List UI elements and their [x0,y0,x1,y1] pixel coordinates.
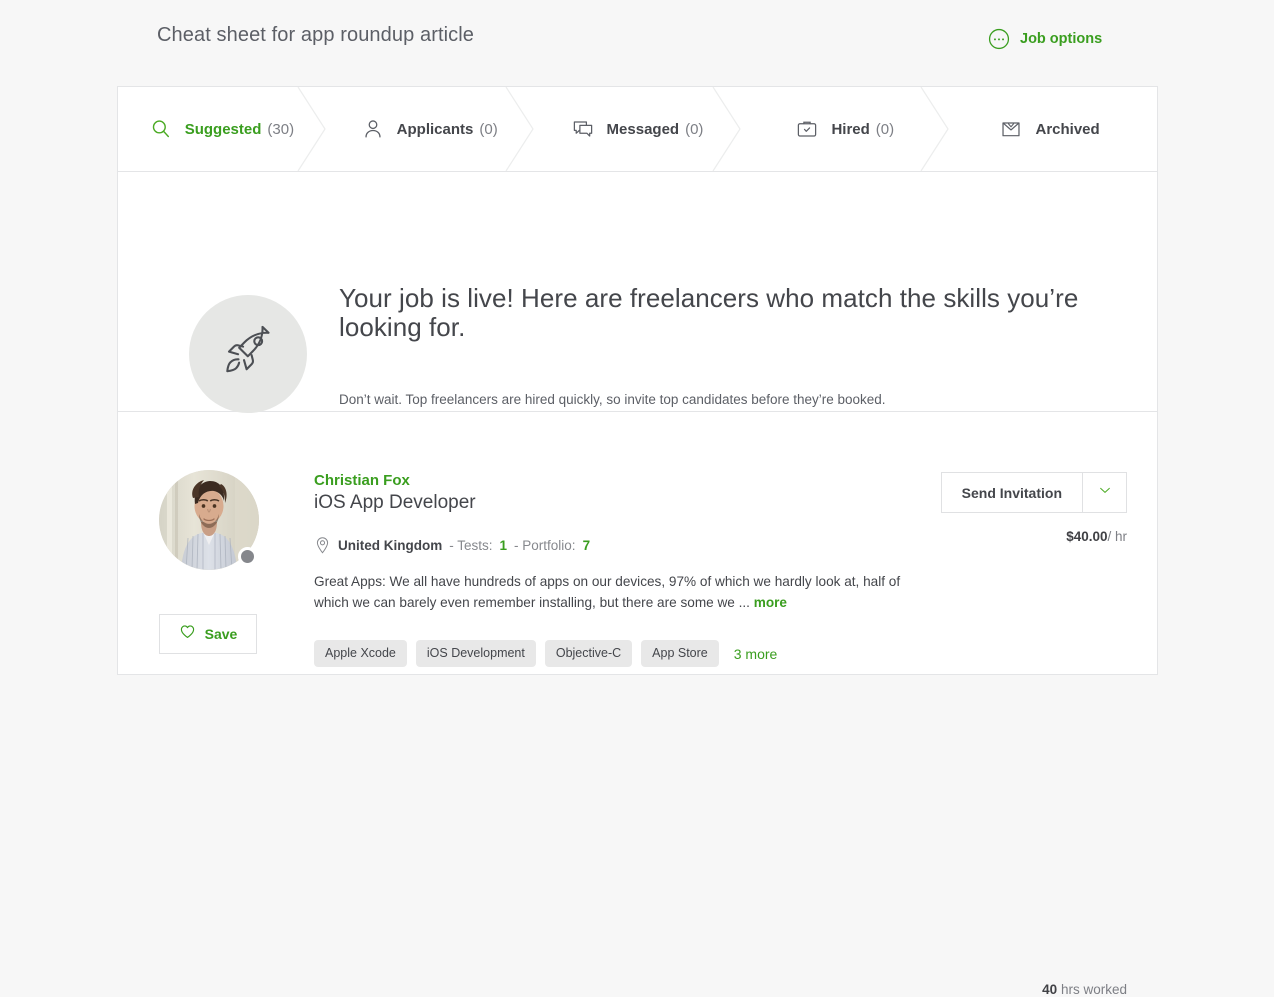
tab-archived[interactable]: Archived [949,87,1157,171]
skill-tag[interactable]: App Store [641,640,719,667]
portfolio-label: - Portfolio: [514,538,576,553]
skill-tag[interactable]: iOS Development [415,640,536,667]
chevron-down-icon [1097,482,1113,503]
tab-label: Messaged [606,120,680,138]
person-icon [362,118,384,140]
tab-count: (30) [267,120,295,138]
freelancer-description: Great Apps: We all have hundreds of apps… [314,572,922,613]
tab-separator [505,86,535,172]
hours-worked-value: 40 [1042,982,1058,997]
avatar-column: Save [159,470,259,654]
tab-label: Hired [831,120,870,138]
hours-worked: 40 hrs worked [1042,982,1127,997]
briefcase-check-icon [796,118,818,140]
hourly-rate-unit: / hr [1107,529,1127,544]
page-title: Cheat sheet for app roundup article [157,24,475,46]
heart-icon [179,623,196,645]
freelancer-title: iOS App Developer [314,492,476,513]
freelancer-description-text: Great Apps: We all have hundreds of apps… [314,574,901,610]
hero-icon-circle [189,295,307,413]
send-invitation-group: Send Invitation [940,472,1127,513]
portfolio-value: 7 [582,538,591,553]
hourly-rate-amount: $40.00 [1066,529,1108,544]
rocket-icon [216,320,280,389]
tests-label: - Tests: [449,538,493,553]
location-pin-icon [314,536,331,555]
pipeline-tabs: Suggested (30) Applicants (0) Messaged (… [118,86,1157,172]
freelancer-meta: United Kingdom - Tests: 1 - Portfolio: 7 [314,536,590,555]
tab-label: Suggested [184,120,262,138]
tab-separator [297,86,327,172]
freelancer-row: Save Christian Fox iOS App Developer Uni… [118,412,1157,997]
tab-applicants[interactable]: Applicants (0) [326,86,535,172]
tab-hired[interactable]: Hired (0) [741,86,950,172]
chat-bubble-icon [572,118,594,140]
job-card: Suggested (30) Applicants (0) Messaged (… [117,86,1158,997]
tab-count: (0) [479,120,498,138]
tests-value: 1 [499,538,508,553]
tab-separator [712,86,742,172]
tab-label: Archived [1035,120,1100,138]
tab-label: Applicants [396,120,474,138]
job-options-label: Job options [1020,31,1103,47]
freelancer-country: United Kingdom [338,538,443,553]
hourly-rate: $40.00/ hr [1066,529,1127,544]
freelancer-name[interactable]: Christian Fox [314,472,410,489]
hero-title: Your job is live! Here are freelancers w… [339,283,1079,342]
avatar-wrapper[interactable] [159,470,259,570]
skill-tag[interactable]: Apple Xcode [314,640,407,667]
skills-more-link[interactable]: 3 more [734,646,778,662]
ellipsis-circle-icon [988,28,1010,50]
skill-tag-list: Apple Xcode iOS Development Objective-C … [314,640,777,667]
skill-tag[interactable]: Objective-C [544,640,633,667]
tab-separator [920,86,950,172]
description-more-link[interactable]: more [754,595,787,610]
tab-messaged[interactable]: Messaged (0) [534,86,742,172]
job-options-button[interactable]: Job options [988,28,1102,50]
tab-count: (0) [875,120,895,138]
hours-worked-label: hrs worked [1060,982,1127,997]
send-invitation-button[interactable]: Send Invitation [940,472,1083,513]
save-button-label: Save [204,626,238,642]
hero-text: Your job is live! Here are freelancers w… [339,284,1079,410]
tab-count: (0) [685,120,704,138]
job-live-banner: Your job is live! Here are freelancers w… [118,172,1157,413]
hero-subtitle: Don’t wait. Top freelancers are hired qu… [339,392,886,408]
page-header: Cheat sheet for app roundup article Job … [0,0,1274,76]
send-invitation-dropdown-button[interactable] [1083,472,1127,513]
status-dot [238,547,257,566]
search-icon [150,118,172,140]
save-button[interactable]: Save [159,614,257,654]
archive-inbox-icon [1000,118,1022,140]
tab-suggested[interactable]: Suggested (30) [118,86,327,172]
